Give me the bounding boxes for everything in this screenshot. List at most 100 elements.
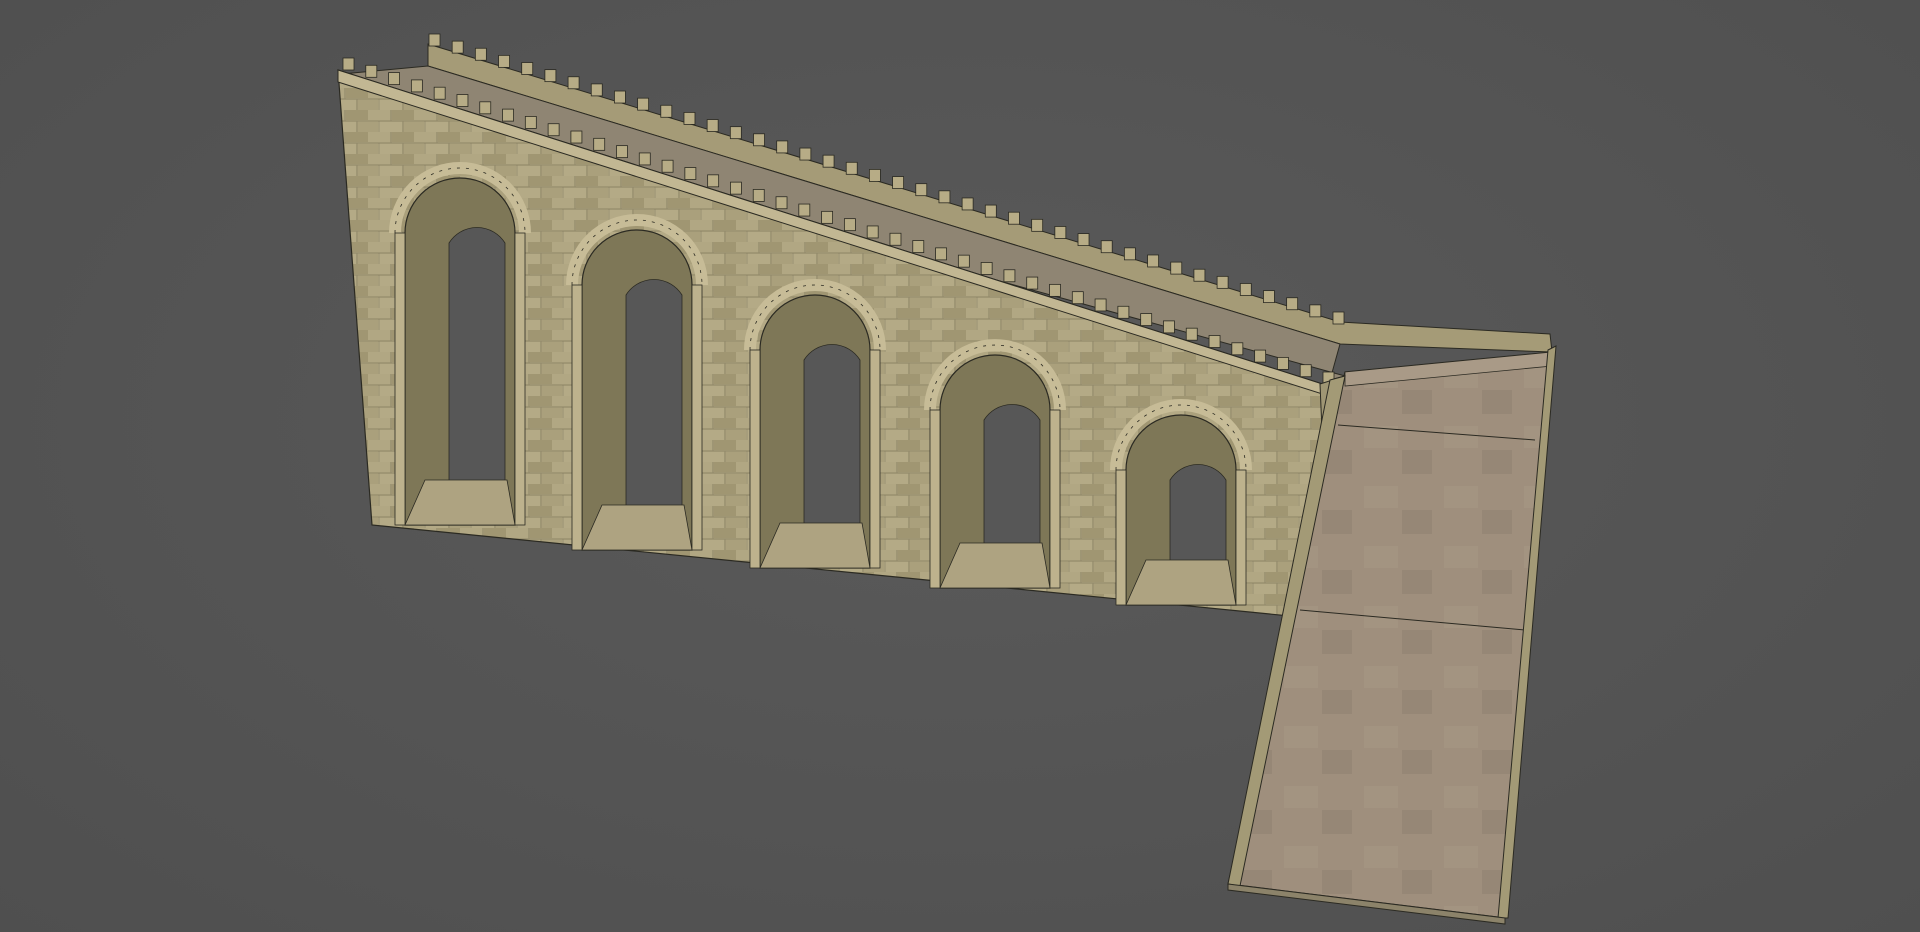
merlon bbox=[706, 119, 719, 132]
arch-jamb bbox=[1049, 409, 1061, 589]
merlon bbox=[866, 225, 879, 239]
arch-jamb bbox=[749, 349, 761, 569]
merlon bbox=[567, 76, 580, 90]
merlon bbox=[1231, 342, 1244, 356]
merlon bbox=[821, 210, 834, 224]
merlon bbox=[498, 54, 510, 68]
merlon bbox=[1332, 311, 1345, 325]
merlon bbox=[1094, 298, 1107, 312]
arch-jamb bbox=[691, 284, 703, 551]
merlon bbox=[547, 123, 560, 137]
merlon bbox=[456, 94, 469, 107]
merlon bbox=[451, 40, 464, 54]
merlon bbox=[775, 196, 788, 210]
merlon bbox=[616, 145, 628, 159]
merlon bbox=[1277, 356, 1289, 370]
arch bbox=[744, 279, 886, 569]
merlon bbox=[798, 203, 811, 217]
merlon bbox=[521, 62, 534, 75]
arch-through-view bbox=[448, 227, 506, 486]
merlon bbox=[342, 57, 355, 71]
merlon bbox=[799, 147, 812, 161]
merlon bbox=[614, 90, 626, 104]
merlon bbox=[544, 69, 557, 83]
merlon bbox=[843, 218, 856, 232]
merlon bbox=[961, 197, 974, 211]
merlon bbox=[1008, 211, 1020, 225]
merlon bbox=[1031, 218, 1044, 232]
merlon bbox=[524, 116, 537, 129]
merlon bbox=[1170, 261, 1183, 275]
merlon bbox=[957, 254, 970, 268]
merlon bbox=[479, 101, 492, 115]
merlon bbox=[388, 72, 400, 86]
arch bbox=[566, 214, 708, 551]
merlon bbox=[984, 204, 997, 218]
merlon bbox=[753, 133, 765, 147]
merlon bbox=[1216, 275, 1229, 289]
arch-through-view bbox=[803, 344, 861, 529]
arch bbox=[389, 162, 531, 526]
arch-through-view bbox=[1169, 464, 1227, 566]
merlon bbox=[1123, 247, 1136, 261]
merlon bbox=[892, 176, 904, 189]
merlon bbox=[1263, 290, 1275, 304]
merlon bbox=[1208, 335, 1221, 348]
merlon bbox=[730, 181, 742, 195]
stone-arcade-model bbox=[337, 33, 1557, 925]
arch-jamb bbox=[571, 284, 583, 551]
merlon bbox=[845, 161, 858, 175]
merlon bbox=[980, 262, 993, 275]
merlon bbox=[410, 79, 423, 93]
merlon bbox=[433, 86, 446, 100]
arch-through-view bbox=[625, 279, 683, 511]
merlon bbox=[1071, 291, 1084, 305]
merlon bbox=[684, 167, 697, 180]
merlon bbox=[474, 47, 487, 61]
merlon bbox=[660, 104, 673, 118]
merlon bbox=[428, 33, 441, 47]
merlon bbox=[638, 152, 651, 166]
merlon bbox=[1286, 297, 1299, 311]
merlon bbox=[1254, 349, 1267, 363]
merlon bbox=[1309, 304, 1322, 318]
merlon bbox=[752, 189, 765, 202]
merlon bbox=[661, 159, 674, 173]
merlon bbox=[1026, 276, 1039, 290]
arch bbox=[924, 339, 1066, 589]
merlon bbox=[1077, 233, 1090, 246]
merlon bbox=[729, 126, 742, 140]
merlon bbox=[1185, 327, 1198, 341]
arch-jamb bbox=[1115, 469, 1127, 606]
merlon bbox=[707, 174, 720, 188]
merlon bbox=[938, 190, 951, 204]
merlon bbox=[1100, 240, 1113, 254]
merlon bbox=[365, 64, 378, 78]
merlon bbox=[570, 130, 583, 144]
arch-through-view bbox=[983, 404, 1041, 549]
arch-jamb bbox=[1235, 469, 1247, 606]
merlon bbox=[1003, 269, 1016, 283]
merlon bbox=[637, 97, 650, 111]
arch-jamb bbox=[869, 349, 881, 569]
merlon bbox=[1163, 320, 1175, 334]
merlon bbox=[593, 137, 606, 151]
arch-jamb bbox=[514, 232, 526, 526]
merlon bbox=[1147, 254, 1159, 268]
merlon bbox=[915, 183, 928, 197]
merlon bbox=[1049, 283, 1061, 297]
merlon bbox=[869, 169, 881, 182]
arch-jamb bbox=[929, 409, 941, 589]
merlon bbox=[776, 140, 789, 154]
merlon bbox=[889, 232, 902, 246]
merlon bbox=[935, 247, 947, 261]
merlon bbox=[1299, 364, 1312, 378]
merlon bbox=[1117, 305, 1130, 319]
3d-viewport[interactable] bbox=[0, 0, 1920, 932]
merlon bbox=[1193, 268, 1206, 282]
merlon bbox=[1140, 313, 1153, 326]
arch-jamb bbox=[394, 232, 406, 526]
merlon bbox=[912, 240, 925, 253]
merlon bbox=[822, 154, 835, 168]
merlon bbox=[590, 83, 603, 97]
